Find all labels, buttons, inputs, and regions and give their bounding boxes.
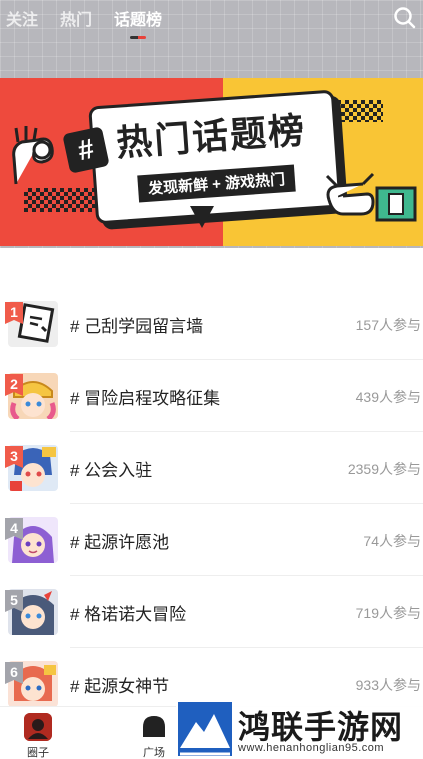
hash-badge: #	[62, 126, 110, 174]
search-icon[interactable]	[393, 6, 417, 30]
list-item[interactable]: 4 # 起源许愿池 74人参与	[0, 504, 423, 576]
participant-count: 933人参与	[355, 677, 421, 693]
nav-label: 广场	[143, 747, 165, 759]
list-item[interactable]: 3 # 公会入驻 2359人参与	[0, 432, 423, 504]
watermark: 鸿联手游网 www.henanhonglian95.com	[176, 700, 423, 759]
nav-circle[interactable]: 圈子	[24, 713, 52, 759]
topic-title: # 公会入驻	[70, 461, 153, 480]
nav-square[interactable]: 广场	[140, 713, 168, 759]
nav-label: 圈子	[27, 747, 49, 759]
topic-title: # 格诺诺大冒险	[70, 605, 187, 624]
rock-hand-icon	[325, 172, 417, 222]
square-icon	[140, 713, 168, 741]
top-tabs: 关注 热门 话题榜	[6, 6, 162, 30]
mountain-logo-icon	[178, 702, 232, 756]
header-banner: 关注 热门 话题榜 # 热门话题榜 发现新鲜 + 游戏热门	[0, 0, 423, 248]
watermark-url: www.henanhonglian95.com	[238, 742, 385, 754]
list-item[interactable]: 2 # 冒险启程攻略征集 439人参与	[0, 360, 423, 432]
ok-hand-icon	[12, 126, 54, 185]
topic-title: # 起源女神节	[70, 677, 170, 696]
topic-title: # 己刮学园留言墙	[70, 317, 204, 336]
participant-count: 157人参与	[355, 317, 421, 333]
list-item[interactable]: 5 # 格诺诺大冒险 719人参与	[0, 576, 423, 648]
participant-count: 439人参与	[355, 389, 421, 405]
list-item[interactable]: 1 # 己刮学园留言墙 157人参与	[0, 288, 423, 360]
tab-hot[interactable]: 热门	[60, 6, 92, 30]
participant-count: 74人参与	[363, 533, 421, 549]
participant-count: 2359人参与	[347, 461, 421, 477]
circle-icon	[24, 713, 52, 741]
tab-follow[interactable]: 关注	[6, 6, 38, 30]
tab-topic-rank[interactable]: 话题榜	[114, 6, 162, 30]
participant-count: 719人参与	[355, 605, 421, 621]
speech-bubble-tail	[190, 206, 214, 228]
banner-image[interactable]: # 热门话题榜 发现新鲜 + 游戏热门	[0, 78, 423, 246]
topic-title: # 起源许愿池	[70, 533, 170, 552]
topic-title: # 冒险启程攻略征集	[70, 389, 221, 408]
